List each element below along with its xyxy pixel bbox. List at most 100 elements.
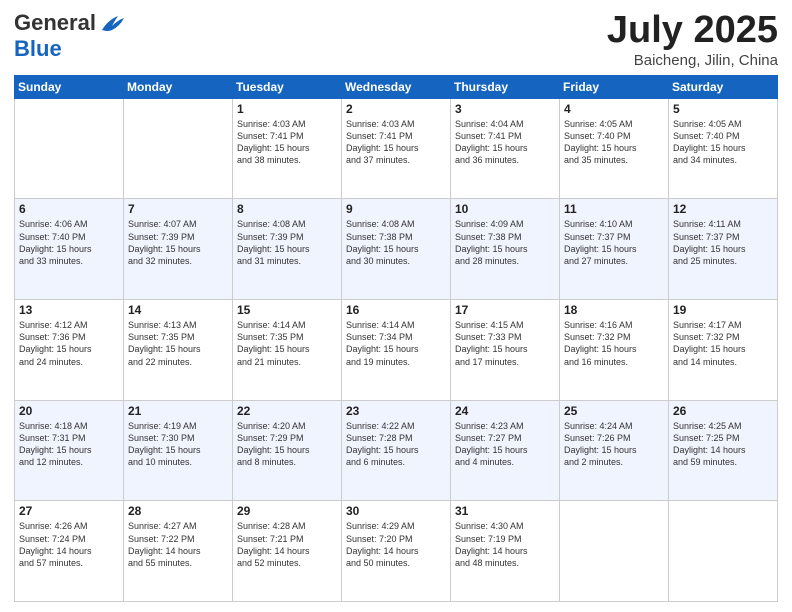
cell-info: Sunrise: 4:06 AM Sunset: 7:40 PM Dayligh… (19, 218, 119, 267)
table-row (124, 98, 233, 199)
table-row: 30 Sunrise: 4:29 AM Sunset: 7:20 PM Dayli… (342, 501, 451, 602)
day-number: 9 (346, 202, 446, 216)
cell-info: Sunrise: 4:04 AM Sunset: 7:41 PM Dayligh… (455, 118, 555, 167)
day-number: 13 (19, 303, 119, 317)
day-number: 29 (237, 504, 337, 518)
day-number: 28 (128, 504, 228, 518)
table-row: 6Sunrise: 4:06 AM Sunset: 7:40 PM Daylig… (15, 199, 124, 300)
cell-info: Sunrise: 4:05 AM Sunset: 7:40 PM Dayligh… (564, 118, 664, 167)
cell-info: Sunrise: 4:14 AM Sunset: 7:34 PM Dayligh… (346, 319, 446, 368)
calendar-week-row: 6Sunrise: 4:06 AM Sunset: 7:40 PM Daylig… (15, 199, 778, 300)
day-number: 2 (346, 102, 446, 116)
table-row: 5Sunrise: 4:05 AM Sunset: 7:40 PM Daylig… (669, 98, 778, 199)
table-row: 8Sunrise: 4:08 AM Sunset: 7:39 PM Daylig… (233, 199, 342, 300)
table-row: 11 Sunrise: 4:10 AM Sunset: 7:37 PM Dayli… (560, 199, 669, 300)
col-thursday: Thursday (451, 75, 560, 98)
table-row: 3 Sunrise: 4:04 AM Sunset: 7:41 PM Daylig… (451, 98, 560, 199)
day-number: 17 (455, 303, 555, 317)
cell-info: Sunrise: 4:03 AM Sunset: 7:41 PM Dayligh… (237, 118, 337, 167)
cell-info: Sunrise: 4:27 AM Sunset: 7:22 PM Dayligh… (128, 520, 228, 569)
col-monday: Monday (124, 75, 233, 98)
day-number: 5 (673, 102, 773, 116)
day-number: 16 (346, 303, 446, 317)
cell-info: Sunrise: 4:11 AM Sunset: 7:37 PM Dayligh… (673, 218, 773, 267)
table-row: 31 Sunrise: 4:30 AM Sunset: 7:19 PM Dayli… (451, 501, 560, 602)
day-number: 10 (455, 202, 555, 216)
day-number: 14 (128, 303, 228, 317)
table-row (669, 501, 778, 602)
day-number: 25 (564, 404, 664, 418)
cell-info: Sunrise: 4:18 AM Sunset: 7:31 PM Dayligh… (19, 420, 119, 469)
cell-info: Sunrise: 4:25 AM Sunset: 7:25 PM Dayligh… (673, 420, 773, 469)
cell-info: Sunrise: 4:22 AM Sunset: 7:28 PM Dayligh… (346, 420, 446, 469)
cell-info: Sunrise: 4:16 AM Sunset: 7:32 PM Dayligh… (564, 319, 664, 368)
table-row: 27 Sunrise: 4:26 AM Sunset: 7:24 PM Dayli… (15, 501, 124, 602)
cell-info: Sunrise: 4:19 AM Sunset: 7:30 PM Dayligh… (128, 420, 228, 469)
cell-info: Sunrise: 4:29 AM Sunset: 7:20 PM Dayligh… (346, 520, 446, 569)
header: General Blue July 2025 Baicheng, Jilin, … (14, 10, 778, 69)
day-number: 27 (19, 504, 119, 518)
table-row: 17 Sunrise: 4:15 AM Sunset: 7:33 PM Dayli… (451, 300, 560, 401)
col-sunday: Sunday (15, 75, 124, 98)
table-row: 14 Sunrise: 4:13 AM Sunset: 7:35 PM Dayli… (124, 300, 233, 401)
table-row (15, 98, 124, 199)
day-number: 30 (346, 504, 446, 518)
table-row (560, 501, 669, 602)
day-number: 3 (455, 102, 555, 116)
logo-blue-text: Blue (14, 36, 62, 62)
day-number: 31 (455, 504, 555, 518)
day-number: 23 (346, 404, 446, 418)
table-row: 29Sunrise: 4:28 AM Sunset: 7:21 PM Dayli… (233, 501, 342, 602)
table-row: 18 Sunrise: 4:16 AM Sunset: 7:32 PM Dayli… (560, 300, 669, 401)
calendar-week-row: 20 Sunrise: 4:18 AM Sunset: 7:31 PM Dayli… (15, 400, 778, 501)
logo-bird-icon (98, 12, 126, 34)
table-row: 9 Sunrise: 4:08 AM Sunset: 7:38 PM Daylig… (342, 199, 451, 300)
table-row: 24Sunrise: 4:23 AM Sunset: 7:27 PM Dayli… (451, 400, 560, 501)
calendar-week-row: 13 Sunrise: 4:12 AM Sunset: 7:36 PM Dayli… (15, 300, 778, 401)
cell-info: Sunrise: 4:12 AM Sunset: 7:36 PM Dayligh… (19, 319, 119, 368)
cell-info: Sunrise: 4:03 AM Sunset: 7:41 PM Dayligh… (346, 118, 446, 167)
location-subtitle: Baicheng, Jilin, China (607, 52, 778, 69)
cell-info: Sunrise: 4:13 AM Sunset: 7:35 PM Dayligh… (128, 319, 228, 368)
col-tuesday: Tuesday (233, 75, 342, 98)
table-row: 2 Sunrise: 4:03 AM Sunset: 7:41 PM Daylig… (342, 98, 451, 199)
table-row: 1 Sunrise: 4:03 AM Sunset: 7:41 PM Daylig… (233, 98, 342, 199)
table-row: 22Sunrise: 4:20 AM Sunset: 7:29 PM Dayli… (233, 400, 342, 501)
day-number: 20 (19, 404, 119, 418)
col-friday: Friday (560, 75, 669, 98)
logo-general-text: General (14, 10, 96, 36)
cell-info: Sunrise: 4:30 AM Sunset: 7:19 PM Dayligh… (455, 520, 555, 569)
cell-info: Sunrise: 4:10 AM Sunset: 7:37 PM Dayligh… (564, 218, 664, 267)
cell-info: Sunrise: 4:24 AM Sunset: 7:26 PM Dayligh… (564, 420, 664, 469)
table-row: 12 Sunrise: 4:11 AM Sunset: 7:37 PM Dayli… (669, 199, 778, 300)
day-number: 12 (673, 202, 773, 216)
cell-info: Sunrise: 4:09 AM Sunset: 7:38 PM Dayligh… (455, 218, 555, 267)
day-number: 21 (128, 404, 228, 418)
table-row: 16 Sunrise: 4:14 AM Sunset: 7:34 PM Dayli… (342, 300, 451, 401)
logo: General Blue (14, 10, 126, 62)
table-row: 25 Sunrise: 4:24 AM Sunset: 7:26 PM Dayli… (560, 400, 669, 501)
col-wednesday: Wednesday (342, 75, 451, 98)
table-row: 19Sunrise: 4:17 AM Sunset: 7:32 PM Dayli… (669, 300, 778, 401)
day-number: 18 (564, 303, 664, 317)
table-row: 15 Sunrise: 4:14 AM Sunset: 7:35 PM Dayli… (233, 300, 342, 401)
day-number: 7 (128, 202, 228, 216)
cell-info: Sunrise: 4:17 AM Sunset: 7:32 PM Dayligh… (673, 319, 773, 368)
cell-info: Sunrise: 4:26 AM Sunset: 7:24 PM Dayligh… (19, 520, 119, 569)
cell-info: Sunrise: 4:15 AM Sunset: 7:33 PM Dayligh… (455, 319, 555, 368)
day-number: 15 (237, 303, 337, 317)
calendar-header-row: Sunday Monday Tuesday Wednesday Thursday… (15, 75, 778, 98)
title-block: July 2025 Baicheng, Jilin, China (607, 10, 778, 69)
calendar-table: Sunday Monday Tuesday Wednesday Thursday… (14, 75, 778, 602)
calendar-week-row: 27 Sunrise: 4:26 AM Sunset: 7:24 PM Dayli… (15, 501, 778, 602)
cell-info: Sunrise: 4:20 AM Sunset: 7:29 PM Dayligh… (237, 420, 337, 469)
cell-info: Sunrise: 4:08 AM Sunset: 7:38 PM Dayligh… (346, 218, 446, 267)
day-number: 1 (237, 102, 337, 116)
month-title: July 2025 (607, 10, 778, 52)
cell-info: Sunrise: 4:14 AM Sunset: 7:35 PM Dayligh… (237, 319, 337, 368)
day-number: 8 (237, 202, 337, 216)
col-saturday: Saturday (669, 75, 778, 98)
table-row: 4Sunrise: 4:05 AM Sunset: 7:40 PM Daylig… (560, 98, 669, 199)
day-number: 11 (564, 202, 664, 216)
cell-info: Sunrise: 4:23 AM Sunset: 7:27 PM Dayligh… (455, 420, 555, 469)
